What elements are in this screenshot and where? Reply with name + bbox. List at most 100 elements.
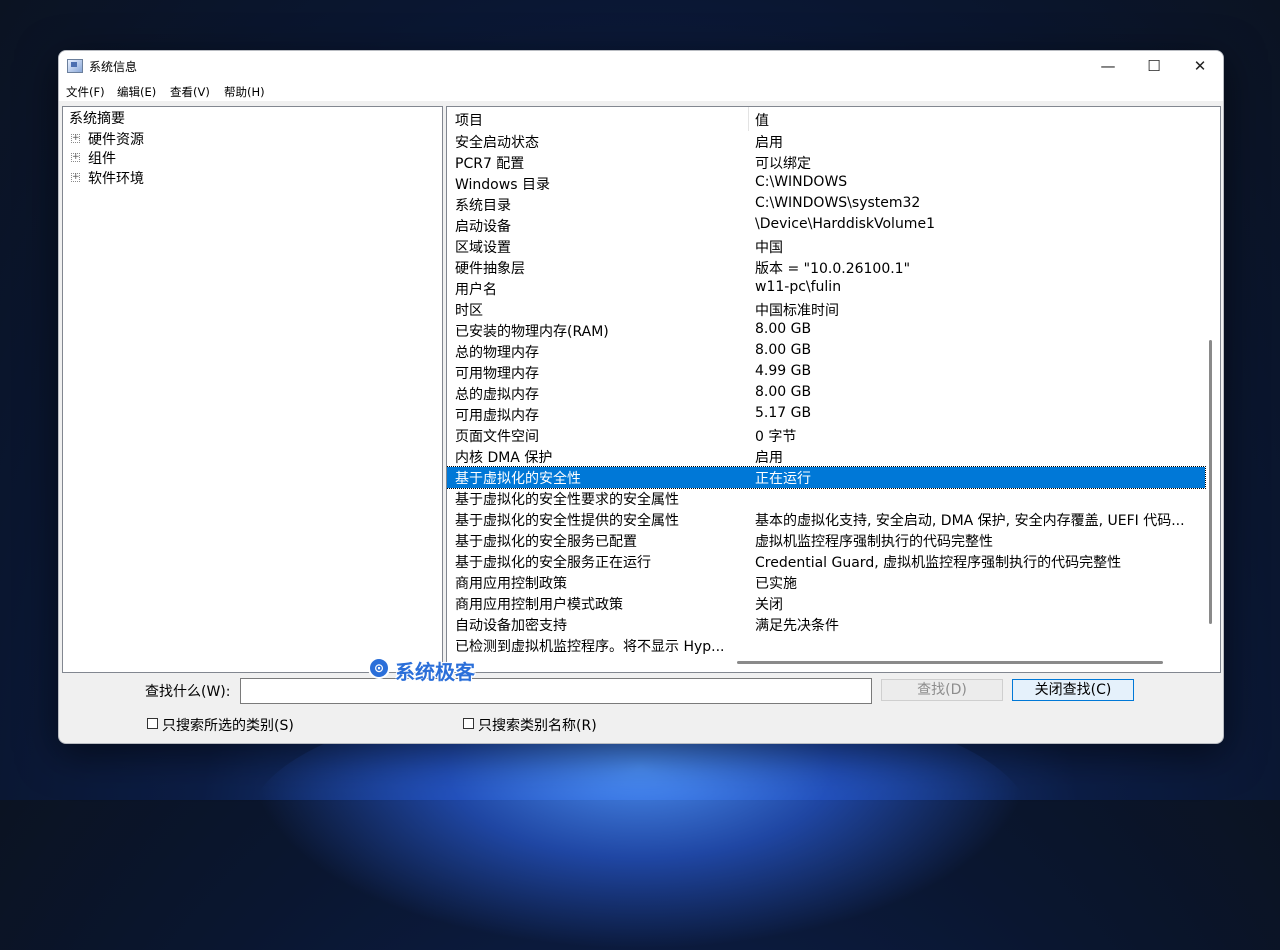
find-input[interactable]	[240, 678, 872, 704]
category-tree[interactable]: 系统摘要 + 硬件资源 + 组件 + 软件环境	[62, 106, 443, 673]
vertical-scrollbar-thumb[interactable]	[1209, 340, 1212, 624]
table-row[interactable]: 基于虚拟化的安全性 正在运行	[447, 466, 1206, 489]
table-row[interactable]: 可用物理内存 4.99 GB	[447, 362, 1205, 383]
table-row[interactable]: 区域设置 中国	[447, 236, 1205, 257]
row-value-cell: 满足先决条件	[755, 618, 839, 634]
row-value-cell: 基本的虚拟化支持, 安全启动, DMA 保护, 安全内存覆盖, UEFI 代码.…	[755, 513, 1185, 529]
table-row[interactable]: 可用虚拟内存 5.17 GB	[447, 404, 1205, 425]
row-value-cell: Credential Guard, 虚拟机监控程序强制执行的代码完整性	[755, 555, 1122, 571]
system-info-window: 系统信息 — ☐ ✕ 文件(F) 编辑(E) 查看(V) 帮助(H) 系统摘要 …	[58, 50, 1224, 744]
tree-item-label: 软件环境	[88, 171, 144, 187]
table-row[interactable]: 系统目录 C:\WINDOWS\system32	[447, 194, 1205, 215]
horizontal-scrollbar-thumb[interactable]	[737, 661, 1163, 664]
row-value-cell: 8.00 GB	[755, 321, 812, 337]
row-value-cell: 已实施	[755, 576, 797, 592]
table-row[interactable]: 商用应用控制用户模式政策 关闭	[447, 593, 1205, 614]
row-item-cell: 用户名	[455, 282, 497, 298]
tree-item-label: 硬件资源	[88, 132, 144, 148]
menu-bar: 文件(F) 编辑(E) 查看(V) 帮助(H)	[59, 81, 1223, 101]
row-value-cell: 虚拟机监控程序强制执行的代码完整性	[755, 534, 993, 550]
watermark-logo-icon: ⊙	[368, 657, 390, 679]
table-row[interactable]: 总的物理内存 8.00 GB	[447, 341, 1205, 362]
table-row[interactable]: 已检测到虚拟机监控程序。将不显示 Hyp...	[447, 635, 1205, 656]
tree-item-system-summary[interactable]: 系统摘要	[69, 108, 125, 128]
row-value-cell: 4.99 GB	[755, 363, 812, 379]
expand-icon[interactable]: +	[71, 153, 80, 162]
table-row[interactable]: 基于虚拟化的安全服务正在运行 Credential Guard, 虚拟机监控程序强…	[447, 551, 1205, 572]
row-item-cell: 已安装的物理内存(RAM)	[455, 324, 609, 340]
table-row[interactable]: 基于虚拟化的安全性要求的安全属性	[447, 488, 1205, 509]
list-header: 项目 值	[447, 107, 1207, 131]
list-rows: 安全启动状态 启用 PCR7 配置 可以绑定 Windows 目录 C:\WINDOWS 系…	[447, 131, 1206, 656]
row-item-cell: 可用物理内存	[455, 366, 539, 382]
table-row[interactable]: 页面文件空间 0 字节	[447, 425, 1205, 446]
details-list[interactable]: 项目 值 安全启动状态 启用 PCR7 配置 可以绑定 Windows 目录 C:\WIN…	[446, 106, 1221, 673]
table-row[interactable]: Windows 目录 C:\WINDOWS	[447, 173, 1205, 194]
column-header-item[interactable]: 项目	[455, 110, 483, 130]
row-value-cell: 8.00 GB	[755, 384, 812, 400]
table-row[interactable]: 硬件抽象层 版本 = "10.0.26100.1"	[447, 257, 1205, 278]
row-item-cell: 商用应用控制用户模式政策	[455, 597, 623, 613]
table-row[interactable]: 安全启动状态 启用	[447, 131, 1205, 152]
row-item-cell: 时区	[455, 303, 483, 319]
table-row[interactable]: 总的虚拟内存 8.00 GB	[447, 383, 1205, 404]
column-separator[interactable]	[748, 107, 749, 131]
row-item-cell: 自动设备加密支持	[455, 618, 567, 634]
find-button[interactable]: 查找(D)	[881, 679, 1003, 701]
row-item-cell: 页面文件空间	[455, 429, 539, 445]
table-row[interactable]: 内核 DMA 保护 启用	[447, 446, 1205, 467]
table-row[interactable]: 启动设备 \Device\HarddiskVolume1	[447, 215, 1205, 236]
table-row[interactable]: 用户名 w11-pc\fulin	[447, 278, 1205, 299]
row-item-cell: 基于虚拟化的安全性	[455, 471, 581, 487]
row-item-cell: 基于虚拟化的安全服务已配置	[455, 534, 637, 550]
row-item-cell: 基于虚拟化的安全性提供的安全属性	[455, 513, 679, 529]
expand-icon[interactable]: +	[71, 134, 80, 143]
menu-edit[interactable]: 编辑(E)	[117, 84, 156, 100]
table-row[interactable]: PCR7 配置 可以绑定	[447, 152, 1205, 173]
table-row[interactable]: 商用应用控制政策 已实施	[447, 572, 1205, 593]
menu-file[interactable]: 文件(F)	[66, 84, 105, 100]
table-row[interactable]: 基于虚拟化的安全服务已配置 虚拟机监控程序强制执行的代码完整性	[447, 530, 1205, 551]
row-item-cell: 总的虚拟内存	[455, 387, 539, 403]
menu-view[interactable]: 查看(V)	[170, 84, 210, 100]
table-row[interactable]: 时区 中国标准时间	[447, 299, 1205, 320]
row-item-cell: 启动设备	[455, 219, 511, 235]
row-value-cell: C:\WINDOWS	[755, 174, 848, 190]
row-item-cell: 区域设置	[455, 240, 511, 256]
column-header-value[interactable]: 值	[755, 110, 769, 130]
row-item-cell: Windows 目录	[455, 177, 550, 193]
row-value-cell: 正在运行	[755, 471, 811, 487]
row-value-cell: \Device\HarddiskVolume1	[755, 216, 935, 232]
find-what-label: 查找什么(W):	[145, 684, 231, 700]
row-value-cell: w11-pc\fulin	[755, 279, 842, 295]
row-value-cell: 启用	[755, 450, 783, 466]
row-value-cell: 0 字节	[755, 429, 797, 445]
search-selected-category-checkbox[interactable]	[147, 718, 158, 729]
system-info-app-icon	[67, 59, 83, 73]
row-value-cell: C:\WINDOWS\system32	[755, 195, 921, 211]
row-item-cell: 基于虚拟化的安全性要求的安全属性	[455, 492, 679, 508]
row-item-cell: 商用应用控制政策	[455, 576, 567, 592]
row-item-cell: 总的物理内存	[455, 345, 539, 361]
table-row[interactable]: 已安装的物理内存(RAM) 8.00 GB	[447, 320, 1205, 341]
row-value-cell: 5.17 GB	[755, 405, 812, 421]
row-value-cell: 可以绑定	[755, 156, 811, 172]
menu-help[interactable]: 帮助(H)	[224, 84, 265, 100]
search-category-names-checkbox[interactable]	[463, 718, 474, 729]
row-item-cell: 安全启动状态	[455, 135, 539, 151]
maximize-button[interactable]: ☐	[1131, 51, 1177, 81]
watermark-text: 系统极客	[395, 660, 475, 684]
minimize-button[interactable]: —	[1085, 51, 1131, 81]
checkbox-label: 只搜索类别名称(R)	[478, 718, 597, 734]
row-item-cell: 基于虚拟化的安全服务正在运行	[455, 555, 651, 571]
row-value-cell: 关闭	[755, 597, 783, 613]
tree-item-label: 组件	[88, 151, 116, 167]
table-row[interactable]: 基于虚拟化的安全性提供的安全属性 基本的虚拟化支持, 安全启动, DMA 保护, …	[447, 509, 1205, 530]
title-bar[interactable]: 系统信息 — ☐ ✕	[59, 51, 1223, 81]
close-find-button[interactable]: 关闭查找(C)	[1012, 679, 1134, 701]
row-value-cell: 版本 = "10.0.26100.1"	[755, 261, 911, 277]
expand-icon[interactable]: +	[71, 173, 80, 182]
close-button[interactable]: ✕	[1177, 51, 1223, 81]
row-value-cell: 中国标准时间	[755, 303, 839, 319]
table-row[interactable]: 自动设备加密支持 满足先决条件	[447, 614, 1205, 635]
